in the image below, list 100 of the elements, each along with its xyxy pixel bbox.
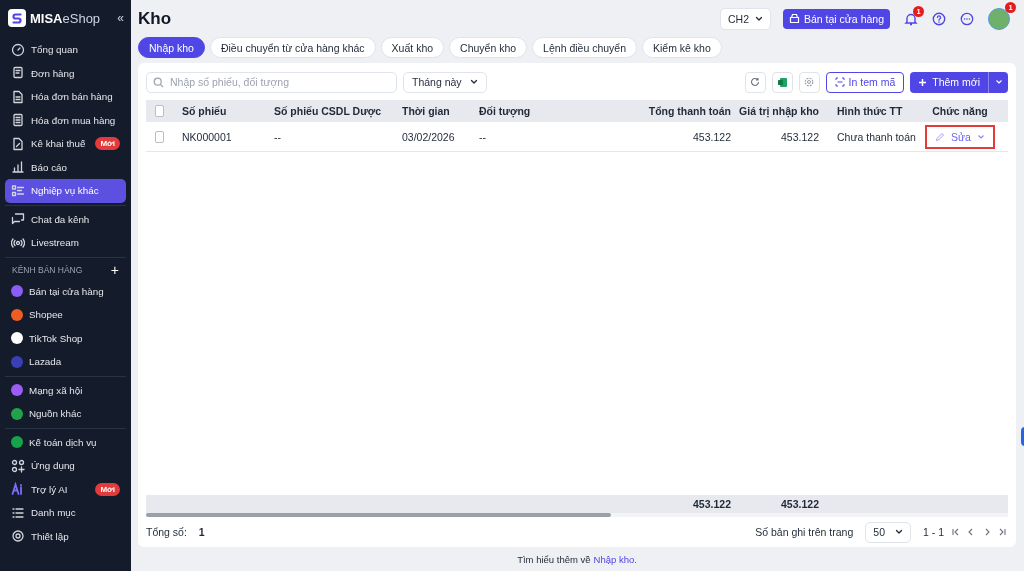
- document-icon: [11, 136, 25, 151]
- shop-icon: [789, 13, 800, 24]
- chat-icon: [11, 212, 25, 227]
- table-cell: 453.122: [640, 122, 740, 152]
- page-title: Kho: [138, 8, 173, 29]
- total-label: Tổng số:: [146, 526, 187, 538]
- table-cell: 03/02/2026: [393, 122, 470, 152]
- sidebar-item[interactable]: Danh mục: [5, 501, 126, 525]
- brand-name: MISA: [30, 10, 63, 26]
- column-header: Đối tượng: [478, 104, 532, 120]
- page-size-label: Số bản ghi trên trang: [755, 526, 854, 538]
- page-size-select[interactable]: 50: [865, 521, 911, 543]
- sidebar-item[interactable]: TikTok Shop: [5, 326, 126, 350]
- tab[interactable]: Xuất kho: [380, 37, 445, 58]
- sidebar-item[interactable]: Chat đa kênh: [5, 207, 126, 231]
- column-header: Tổng thanh toán: [647, 104, 732, 119]
- ai-icon: [11, 482, 25, 497]
- new-badge: Mới: [95, 137, 120, 151]
- document-icon: [11, 113, 25, 128]
- period-select[interactable]: Tháng này: [403, 71, 487, 93]
- avatar-icon: [988, 7, 1010, 30]
- pencil-icon: [935, 131, 946, 142]
- tab[interactable]: Kiểm kê kho: [642, 37, 722, 58]
- gear-icon: [11, 529, 25, 544]
- table-cell: --: [470, 122, 640, 152]
- help-link[interactable]: Nhập kho.: [593, 553, 637, 565]
- table-cell: --: [265, 122, 393, 152]
- receipt-icon: [11, 66, 25, 81]
- list-icon: [11, 505, 25, 520]
- document-icon: [11, 89, 25, 104]
- total-cell-text: 453.122: [780, 497, 820, 512]
- edit-button[interactable]: Sửa: [927, 126, 993, 147]
- gauge-icon: [11, 42, 25, 57]
- column-header: Hình thức TT: [836, 104, 904, 119]
- sidebar-item[interactable]: Kê khai thuế Mới: [5, 132, 126, 156]
- help-text: Tìm hiểu thêm về: [517, 553, 591, 565]
- sidebar-item[interactable]: Báo cáo: [5, 155, 126, 179]
- tab[interactable]: Lệnh điều chuyển: [532, 37, 637, 58]
- add-options-button[interactable]: [988, 71, 1008, 93]
- spreadsheet-icon: [776, 76, 788, 88]
- column-header: Số phiếu CSDL Dược: [273, 104, 383, 120]
- print-label-button[interactable]: In tem mã: [825, 71, 905, 93]
- add-new-button[interactable]: Thêm mới: [910, 71, 988, 93]
- sidebar-item[interactable]: Nghiệp vụ khác: [5, 179, 126, 203]
- tab[interactable]: Chuyển kho: [449, 37, 528, 58]
- sidebar-item[interactable]: Nguồn khác: [5, 402, 126, 426]
- chevron-down-icon: [994, 78, 1003, 86]
- help-icon: [932, 11, 946, 26]
- chevron-down-icon: [755, 14, 763, 23]
- excel-button[interactable]: [771, 71, 793, 93]
- sidebar-item[interactable]: Shopee: [5, 303, 126, 327]
- more-icon: [960, 11, 974, 26]
- column-header: Giá trị nhập kho: [740, 104, 820, 120]
- chevron-down-icon: [469, 78, 478, 86]
- table-cell: 453.122: [740, 122, 828, 152]
- last-page-icon[interactable]: [998, 527, 1008, 537]
- tab[interactable]: Điều chuyển từ cửa hàng khác: [209, 37, 376, 58]
- total-cell-text: 453.122: [692, 497, 732, 512]
- tab[interactable]: Nhập kho: [138, 37, 205, 58]
- sidebar-item[interactable]: Bán tại cửa hàng: [5, 279, 126, 303]
- column-header: Số phiếu: [181, 104, 228, 119]
- chevron-down-icon: [976, 132, 985, 141]
- row-checkbox[interactable]: [155, 130, 164, 143]
- sidebar-item[interactable]: Kế toán dịch vụ: [5, 430, 126, 454]
- gear-icon: [804, 77, 815, 87]
- collapse-button[interactable]: «: [117, 11, 126, 25]
- sidebar-item[interactable]: Mạng xã hội: [5, 378, 126, 402]
- select-all-checkbox[interactable]: [155, 105, 164, 117]
- sidebar-item[interactable]: Hóa đơn mua hàng: [5, 108, 126, 132]
- bar-chart-icon: [11, 160, 25, 175]
- page-range: 1 - 1: [923, 526, 944, 538]
- section-title: KÊNH BÁN HÀNG: [12, 264, 83, 275]
- search-field[interactable]: Nhập số phiếu, đối tượng: [146, 71, 397, 93]
- new-badge: Mới: [95, 482, 120, 496]
- plus-icon: [918, 77, 928, 87]
- chevron-down-icon: [895, 528, 903, 536]
- list-icon: [11, 183, 25, 198]
- sidebar-item[interactable]: Thiết lập: [5, 524, 126, 548]
- column-header: Chức năng: [931, 104, 989, 119]
- sidebar-item[interactable]: Ứng dụng: [5, 454, 126, 478]
- sidebar-item[interactable]: Livestream: [5, 231, 126, 255]
- sidebar-item[interactable]: Đơn hàng: [5, 61, 126, 85]
- bell-icon: [904, 11, 918, 26]
- refresh-icon: [750, 77, 761, 87]
- brand-suffix: eShop: [62, 10, 101, 26]
- scrollbar-thumb[interactable]: [146, 513, 611, 517]
- store-sale-button[interactable]: Bán tại cửa hàng: [783, 8, 890, 29]
- sidebar-item[interactable]: Trợ lý AI Mới: [5, 477, 126, 501]
- total-count: 1: [198, 526, 205, 538]
- column-header: Thời gian: [401, 104, 451, 119]
- sidebar-item[interactable]: Lazada: [5, 350, 126, 374]
- sidebar-item[interactable]: Hóa đơn bán hàng: [5, 85, 126, 109]
- first-page-icon[interactable]: [950, 527, 960, 537]
- branch-select[interactable]: CH2: [719, 7, 771, 30]
- add-button[interactable]: +: [110, 261, 119, 278]
- apps-icon: [11, 458, 25, 473]
- table-cell: NK000001: [173, 122, 265, 152]
- scan-icon: [834, 77, 845, 87]
- refresh-button[interactable]: [744, 71, 766, 93]
- sidebar-item[interactable]: Tổng quan: [5, 38, 126, 62]
